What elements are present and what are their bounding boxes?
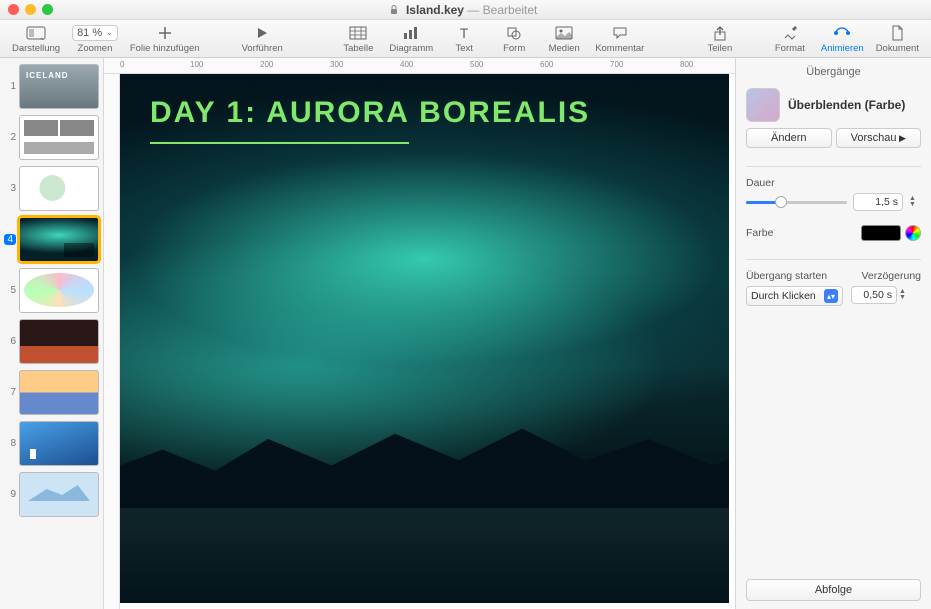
slide-thumbnail[interactable]: 1 ICELAND (4, 64, 99, 109)
plus-icon (157, 24, 173, 42)
transition-color-well[interactable] (861, 225, 901, 241)
color-picker-icon[interactable] (905, 225, 921, 241)
format-inspector-button[interactable]: Format (765, 24, 815, 54)
slide-title-underline (150, 142, 409, 144)
add-slide-button[interactable]: Folie hinzufügen (124, 24, 206, 54)
change-transition-button[interactable]: Ändern (746, 128, 832, 148)
play-button[interactable]: Vorführen (236, 24, 289, 54)
slide-canvas[interactable]: DAY 1: AURORA BOREALIS (120, 74, 729, 603)
delay-stepper[interactable]: ▲▼ (899, 289, 911, 301)
select-chevron-icon: ▴▾ (824, 289, 838, 303)
view-icon (26, 24, 46, 42)
play-icon (255, 24, 269, 42)
shape-button[interactable]: Form (489, 24, 539, 54)
duration-slider[interactable] (746, 201, 847, 204)
animate-inspector-panel: Übergänge Überblenden (Farbe) Ändern Vor… (735, 58, 931, 609)
shape-icon (506, 24, 522, 42)
zoom-control[interactable]: 81 %⌄ Zoomen (66, 24, 124, 54)
chevron-down-icon: ⌄ (106, 28, 113, 37)
document-inspector-button[interactable]: Dokument (870, 24, 925, 54)
animate-inspector-button[interactable]: Animieren (815, 24, 870, 54)
chart-button[interactable]: Diagramm (383, 24, 439, 54)
comment-icon (612, 24, 628, 42)
transition-name: Überblenden (Farbe) (788, 98, 905, 112)
slide-thumbnail[interactable]: 9 (4, 472, 99, 517)
horizontal-ruler: 0 100 200 300 400 500 600 700 800 (104, 58, 735, 74)
text-button[interactable]: T Text (439, 24, 489, 54)
close-window-button[interactable] (8, 4, 19, 15)
duration-stepper[interactable]: ▲▼ (909, 196, 921, 208)
media-button[interactable]: Medien (539, 24, 589, 54)
document-filename: Island.key (406, 3, 464, 17)
window-controls (8, 4, 53, 15)
slide-thumbnail-selected[interactable]: 4 (4, 217, 99, 262)
document-status: Bearbeitet (483, 3, 538, 17)
slide-thumbnail[interactable]: 7 (4, 370, 99, 415)
slide-thumbnail[interactable]: 5 (4, 268, 99, 313)
inspector-tab-label: Übergänge (746, 66, 921, 78)
slide-canvas-area: 0 100 200 300 400 500 600 700 800 DAY 1:… (104, 58, 735, 609)
vertical-ruler (104, 74, 120, 609)
slide-thumbnail[interactable]: 3 (4, 166, 99, 211)
media-icon (555, 24, 573, 42)
comment-button[interactable]: Kommentar (589, 24, 650, 54)
delay-field[interactable]: 0,50 s (851, 286, 897, 304)
lock-icon (389, 5, 399, 15)
slide-thumbnail[interactable]: 6 (4, 319, 99, 364)
slide-thumbnail[interactable]: 2 (4, 115, 99, 160)
table-button[interactable]: Tabelle (333, 24, 383, 54)
delay-label: Verzögerung (851, 270, 921, 282)
zoom-value: 81 % (77, 27, 102, 39)
slide-title-text[interactable]: DAY 1: AURORA BOREALIS (150, 96, 590, 130)
slide-thumbnail[interactable]: 8 (4, 421, 99, 466)
minimize-window-button[interactable] (25, 4, 36, 15)
share-icon (713, 24, 727, 42)
document-icon (890, 24, 904, 42)
brush-icon (782, 24, 798, 42)
window-title: Island.key — Bearbeitet (53, 3, 873, 17)
fullscreen-window-button[interactable] (42, 4, 53, 15)
table-icon (349, 24, 367, 42)
chart-icon (402, 24, 420, 42)
svg-text:T: T (460, 26, 469, 40)
toolbar: Darstellung 81 %⌄ Zoomen Folie hinzufüge… (0, 20, 931, 58)
start-transition-select[interactable]: Durch Klicken ▴▾ (746, 286, 843, 306)
duration-field[interactable]: 1,5 s (853, 193, 903, 211)
color-label: Farbe (746, 227, 773, 239)
preview-transition-button[interactable]: Vorschau (836, 128, 922, 148)
window-titlebar: Island.key — Bearbeitet (0, 0, 931, 20)
animate-icon (832, 24, 852, 42)
build-order-button[interactable]: Abfolge (746, 579, 921, 601)
slide-navigator[interactable]: 1 ICELAND 2 3 4 5 6 7 8 (0, 58, 104, 609)
text-icon: T (456, 24, 472, 42)
start-transition-label: Übergang starten (746, 270, 843, 282)
view-button[interactable]: Darstellung (6, 24, 66, 54)
duration-label: Dauer (746, 177, 921, 189)
mountain-silhouette (120, 402, 729, 508)
share-button[interactable]: Teilen (695, 24, 745, 54)
water-reflection (120, 508, 729, 603)
transition-preview-swatch[interactable] (746, 88, 780, 122)
